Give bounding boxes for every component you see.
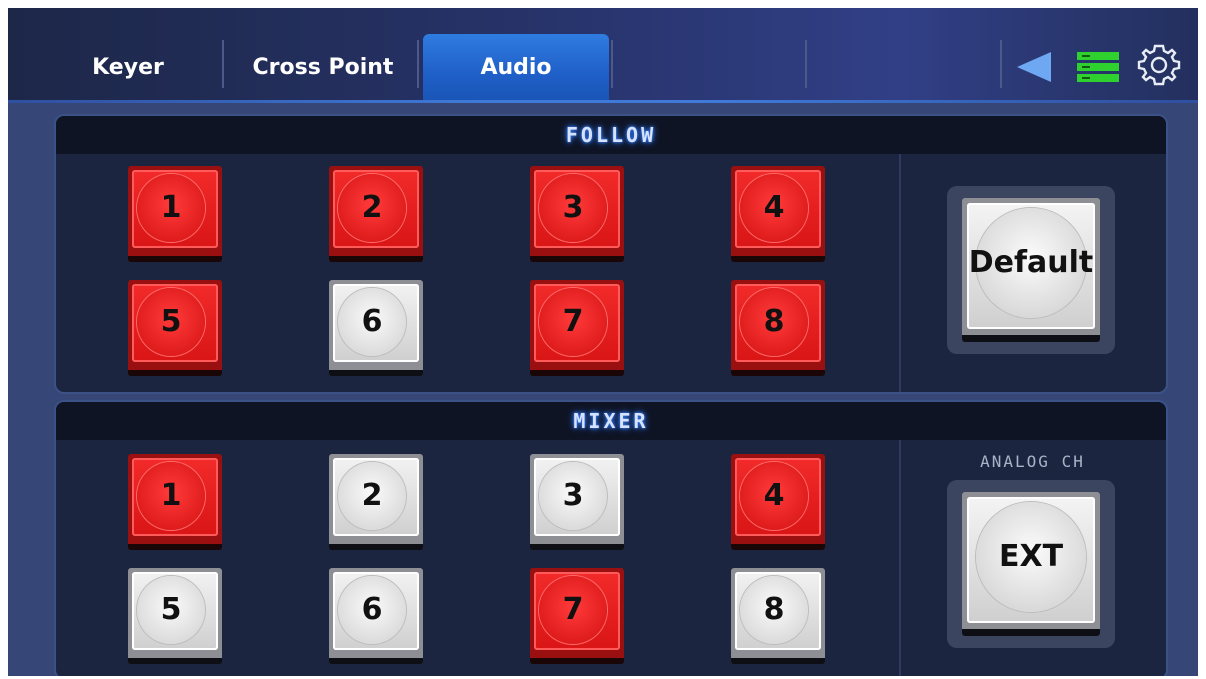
mixer-button-4[interactable]: 4 xyxy=(731,454,825,550)
follow-button-3[interactable]: 3 xyxy=(530,166,624,262)
mixer-button-label: 8 xyxy=(763,592,785,627)
follow-title: FOLLOW xyxy=(565,123,657,147)
mixer-button-label: 7 xyxy=(562,592,584,627)
analog-ch-label: ANALOG CH xyxy=(980,452,1085,471)
tab-separator xyxy=(417,40,419,88)
mixer-button-8[interactable]: 8 xyxy=(731,568,825,664)
top-bar: Keyer Cross Point Audio xyxy=(8,8,1198,102)
follow-button-label: 8 xyxy=(763,304,785,339)
panel-divider xyxy=(899,440,901,676)
follow-button-2[interactable]: 2 xyxy=(329,166,423,262)
mixer-button-7[interactable]: 7 xyxy=(530,568,624,664)
default-button-frame: Default xyxy=(947,186,1115,354)
ext-button-label: EXT xyxy=(998,539,1064,574)
mixer-button-5[interactable]: 5 xyxy=(128,568,222,664)
mixer-header: MIXER xyxy=(56,402,1166,440)
mixer-title: MIXER xyxy=(573,409,649,433)
mixer-button-label: 5 xyxy=(160,592,182,627)
mixer-panel: MIXER 1 2 3 4 5 6 7 8 ANALOG CH EXT xyxy=(54,400,1168,676)
tab-separator xyxy=(611,40,613,88)
default-button[interactable]: Default xyxy=(962,198,1100,342)
tab-separator xyxy=(222,40,224,88)
default-button-label: Default xyxy=(968,245,1094,280)
mixer-button-1[interactable]: 1 xyxy=(128,454,222,550)
gear-icon[interactable] xyxy=(1136,42,1182,88)
tab-keyer[interactable]: Keyer xyxy=(48,34,208,102)
follow-header: FOLLOW xyxy=(56,116,1166,154)
mixer-button-3[interactable]: 3 xyxy=(530,454,624,550)
tab-audio[interactable]: Audio xyxy=(423,34,609,102)
follow-button-label: 7 xyxy=(562,304,584,339)
tab-cross-point[interactable]: Cross Point xyxy=(228,34,418,102)
follow-button-4[interactable]: 4 xyxy=(731,166,825,262)
follow-button-label: 1 xyxy=(160,190,182,225)
mixer-button-2[interactable]: 2 xyxy=(329,454,423,550)
mixer-button-label: 2 xyxy=(361,478,383,513)
follow-button-label: 2 xyxy=(361,190,383,225)
follow-button-label: 4 xyxy=(763,190,785,225)
follow-button-label: 6 xyxy=(361,304,383,339)
audio-screen: Keyer Cross Point Audio FOLLOW 1 2 3 4 5… xyxy=(8,8,1198,676)
mixer-button-6[interactable]: 6 xyxy=(329,568,423,664)
mixer-button-label: 1 xyxy=(160,478,182,513)
follow-button-6[interactable]: 6 xyxy=(329,280,423,376)
back-triangle-icon[interactable] xyxy=(1013,50,1055,84)
tab-separator xyxy=(1000,40,1002,88)
follow-button-5[interactable]: 5 xyxy=(128,280,222,376)
follow-button-7[interactable]: 7 xyxy=(530,280,624,376)
follow-button-label: 3 xyxy=(562,190,584,225)
follow-button-label: 5 xyxy=(160,304,182,339)
mixer-button-label: 4 xyxy=(763,478,785,513)
panel-divider xyxy=(899,154,901,392)
tab-separator xyxy=(805,40,807,88)
mixer-button-label: 6 xyxy=(361,592,383,627)
ext-button[interactable]: EXT xyxy=(962,492,1100,636)
mixer-button-label: 3 xyxy=(562,478,584,513)
list-icon[interactable] xyxy=(1076,50,1120,84)
top-bar-accent xyxy=(8,100,1198,103)
follow-button-1[interactable]: 1 xyxy=(128,166,222,262)
ext-button-frame: EXT xyxy=(947,480,1115,648)
follow-panel: FOLLOW 1 2 3 4 5 6 7 8 Default xyxy=(54,114,1168,394)
follow-button-8[interactable]: 8 xyxy=(731,280,825,376)
